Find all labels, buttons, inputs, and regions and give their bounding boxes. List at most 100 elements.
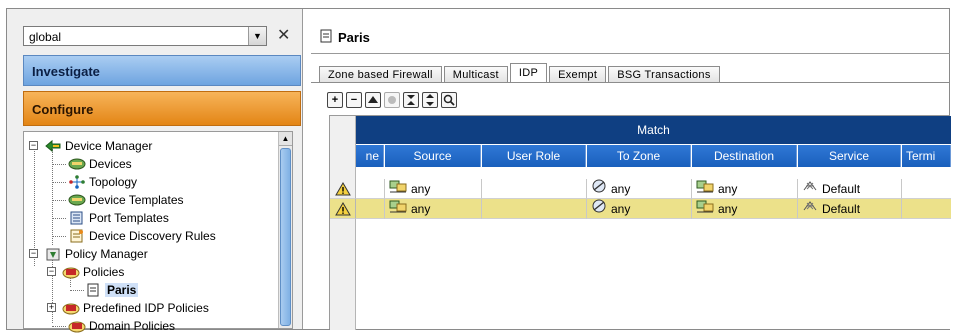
tree-item-device-discovery-rules[interactable]: Device Discovery Rules <box>68 227 216 245</box>
configure-label: Configure <box>32 102 94 117</box>
application-window: global ▼ ✕ Investigate Configure − Devic… <box>6 8 951 333</box>
rule-toolbar: + − <box>327 92 460 108</box>
page-title-text: Paris <box>338 30 370 45</box>
zone-icon <box>591 179 607 198</box>
match-group-header: Match <box>356 116 951 144</box>
column-header-service[interactable]: Service <box>798 145 901 167</box>
tree-connector <box>70 290 84 291</box>
tree-item-policy-manager[interactable]: Policy Manager <box>44 245 148 263</box>
cell-text: Default <box>822 201 861 216</box>
address-icon <box>389 179 407 198</box>
tree-item-port-templates[interactable]: Port Templates <box>68 209 169 227</box>
expand-toggle-icon[interactable]: + <box>47 303 56 312</box>
tree-label: Topology <box>89 175 138 189</box>
table-cell-user-role[interactable] <box>482 199 587 219</box>
document-icon <box>319 29 333 46</box>
row-header-column <box>330 116 356 330</box>
tree-label: Policy Manager <box>65 247 148 261</box>
table-cell-user-role[interactable] <box>482 179 587 199</box>
table-cell-source[interactable]: any <box>385 179 482 199</box>
table-cell-destination[interactable]: any <box>692 179 798 199</box>
investigate-label: Investigate <box>32 64 100 79</box>
tree-item-predefined-idp-policies[interactable]: Predefined IDP Policies <box>62 299 209 317</box>
tree-item-device-manager[interactable]: Device Manager <box>44 137 152 155</box>
tree-label: Domain Policies <box>89 319 176 333</box>
cell-text: any <box>411 181 431 196</box>
collapse-toggle-icon[interactable]: − <box>29 141 38 150</box>
tab-exempt[interactable]: Exempt <box>549 66 607 83</box>
cell-text: Default <box>822 181 861 196</box>
chevron-down-icon[interactable]: ▼ <box>248 27 266 45</box>
cell-text: any <box>611 201 631 216</box>
table-cell-name[interactable] <box>356 199 385 219</box>
table-cell-source[interactable]: any <box>385 199 482 219</box>
tab-multicast[interactable]: Multicast <box>443 66 508 83</box>
table-cell-destination[interactable]: any <box>692 199 798 219</box>
expand-icon[interactable] <box>422 92 438 108</box>
tree-connector <box>52 326 66 327</box>
tab-zone-based-firewall[interactable]: Zone based Firewall <box>319 66 442 83</box>
tree-label: Device Templates <box>89 193 184 207</box>
move-up-icon[interactable] <box>365 92 381 108</box>
column-header-to-zone[interactable]: To Zone <box>587 145 691 167</box>
collapse-icon[interactable] <box>403 92 419 108</box>
column-header-source[interactable]: Source <box>385 145 481 167</box>
column-header-name[interactable]: ne <box>356 145 384 167</box>
tree-item-device-templates[interactable]: Device Templates <box>68 191 184 209</box>
collapse-toggle-icon[interactable]: − <box>29 249 38 258</box>
remove-icon[interactable]: − <box>346 92 362 108</box>
content-panel: Paris Zone based Firewall Multicast IDP … <box>305 9 951 330</box>
policies-icon <box>68 319 86 333</box>
tree-connector <box>52 218 66 219</box>
scroll-up-icon[interactable]: ▲ <box>279 132 292 146</box>
topology-icon <box>68 175 86 189</box>
table-row[interactable]: any any any Default <box>330 199 951 219</box>
tree-item-domain-policies[interactable]: Domain Policies <box>68 317 175 335</box>
tree-label: Devices <box>89 157 132 171</box>
table-cell-name[interactable] <box>356 179 385 199</box>
policies-icon <box>62 301 80 315</box>
column-header-terminal[interactable]: Termi <box>902 145 951 167</box>
find-icon[interactable] <box>441 92 457 108</box>
tree-connector <box>52 164 66 165</box>
idp-rules-table: Match ne Source User Role To Zone Destin… <box>329 115 951 330</box>
tree-label: Device Discovery Rules <box>89 229 216 243</box>
table-cell-terminal[interactable] <box>902 199 951 219</box>
document-icon <box>84 283 102 297</box>
table-row[interactable]: any any any Default <box>330 179 951 199</box>
configure-section-button[interactable]: Configure <box>23 91 301 126</box>
tab-idp[interactable]: IDP <box>509 63 548 83</box>
divider <box>311 82 950 83</box>
tree-scrollbar[interactable]: ▲ <box>278 132 292 328</box>
zone-icon <box>591 199 607 218</box>
tree-item-topology[interactable]: Topology <box>68 173 137 191</box>
tree-item-policies[interactable]: Policies <box>62 263 124 281</box>
port-templates-icon <box>68 211 86 225</box>
scope-select[interactable]: global ▼ <box>23 26 267 46</box>
add-icon[interactable]: + <box>327 92 343 108</box>
cell-text: any <box>718 201 738 216</box>
collapse-toggle-icon[interactable]: − <box>47 267 56 276</box>
tree-label: Predefined IDP Policies <box>83 301 209 315</box>
table-cell-terminal[interactable] <box>902 179 951 199</box>
tree-item-paris[interactable]: Paris <box>84 281 139 299</box>
tree-connector <box>52 200 66 201</box>
table-cell-to-zone[interactable]: any <box>587 179 692 199</box>
warning-icon <box>330 179 356 199</box>
investigate-section-button[interactable]: Investigate <box>23 55 301 86</box>
tree-label: Port Templates <box>89 211 169 225</box>
navigation-tree: − Device Manager Devices Topology Device… <box>23 131 293 333</box>
column-header-user-role[interactable]: User Role <box>482 145 586 167</box>
table-cell-to-zone[interactable]: any <box>587 199 692 219</box>
column-header-destination[interactable]: Destination <box>692 145 797 167</box>
cell-text: any <box>718 181 738 196</box>
disabled-icon[interactable] <box>384 92 400 108</box>
table-cell-service[interactable]: Default <box>798 179 902 199</box>
tree-item-devices[interactable]: Devices <box>68 155 132 173</box>
service-icon <box>802 179 818 198</box>
close-icon[interactable]: ✕ <box>277 25 290 45</box>
tab-bsg-transactions[interactable]: BSG Transactions <box>608 66 720 83</box>
tree-label: Paris <box>105 283 139 297</box>
scrollbar-thumb[interactable] <box>280 148 291 326</box>
table-cell-service[interactable]: Default <box>798 199 902 219</box>
